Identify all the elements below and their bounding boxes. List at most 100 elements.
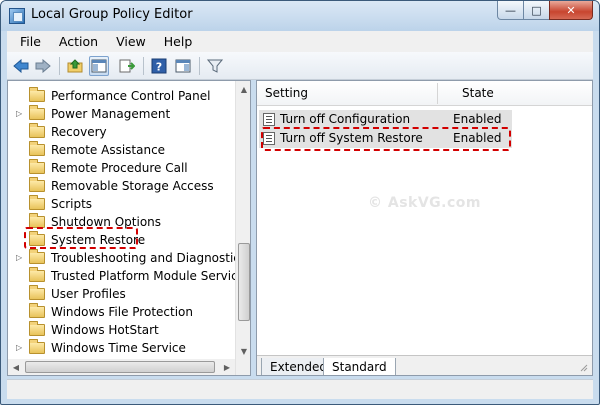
tree-item-label: Windows HotStart [51, 323, 159, 337]
export-list-icon [119, 59, 135, 73]
up-folder-icon [67, 59, 83, 73]
toolbar: ? [7, 52, 593, 80]
filter-button[interactable] [205, 56, 225, 76]
expand-arrow-icon[interactable]: ▷ [16, 343, 24, 353]
tree-item[interactable]: Scripts [8, 195, 238, 213]
policy-tree-pane: Performance Control Panel ▷ Power Manageme… [7, 80, 251, 376]
tree-item[interactable]: ▷ Windows Time Service [8, 339, 238, 357]
tree-item[interactable]: Removable Storage Access [8, 177, 238, 195]
tree-item-label: Recovery [51, 125, 107, 139]
tree-item-label: Power Management [51, 107, 171, 121]
setting-state: Enabled [453, 112, 502, 126]
tree-item-label: Scripts [51, 197, 93, 211]
show-hide-tree-button[interactable] [89, 56, 109, 76]
folder-icon [29, 303, 45, 318]
back-button[interactable] [11, 56, 31, 76]
horizontal-scroll-thumb[interactable] [25, 361, 215, 373]
title-bar[interactable]: Local Group Policy Editor — □ ✕ [1, 1, 599, 31]
folder-icon [29, 123, 45, 138]
up-one-level-button[interactable] [65, 56, 85, 76]
folder-icon [29, 141, 45, 156]
policy-setting-icon [263, 113, 275, 126]
tree-horizontal-scrollbar[interactable]: ◀ ▶ [8, 359, 235, 375]
status-bar [7, 379, 593, 399]
list-header: Setting State [257, 81, 592, 106]
tree-item[interactable]: Remote Procedure Call [8, 159, 238, 177]
tree-item[interactable]: Remote Assistance [8, 141, 238, 159]
toolbar-separator [59, 57, 60, 75]
view-tabs: Extended Standard [257, 355, 592, 375]
column-divider[interactable] [437, 83, 438, 104]
tree-item[interactable]: Windows File Protection [8, 303, 238, 321]
tree-vertical-scrollbar[interactable]: ▲ ▼ [235, 81, 250, 375]
watermark: © AskVG.com [367, 195, 481, 211]
settings-list-pane: Setting State Turn off Configuration Ena… [256, 80, 593, 376]
forward-icon [35, 59, 51, 73]
menu-help[interactable]: Help [155, 34, 202, 49]
tree-item-label: Remote Assistance [51, 143, 166, 157]
resize-grip-icon[interactable] [578, 362, 588, 372]
tree-item-label: Windows File Protection [51, 305, 193, 319]
folder-icon [29, 285, 45, 300]
tree-item-label: Troubleshooting and Diagnostics [51, 251, 247, 265]
app-window: Local Group Policy Editor — □ ✕ File Act… [0, 0, 600, 405]
column-header-setting[interactable]: Setting [265, 86, 308, 100]
selected-node-highlight [24, 227, 138, 249]
folder-icon [29, 249, 45, 264]
forward-button[interactable] [33, 56, 53, 76]
folder-icon [29, 177, 45, 192]
help-icon: ? [151, 58, 167, 74]
window-title: Local Group Policy Editor [31, 7, 193, 22]
menu-action[interactable]: Action [50, 34, 107, 49]
toolbar-separator [199, 57, 200, 75]
maximize-button[interactable]: □ [523, 1, 550, 20]
tree-item[interactable]: Trusted Platform Module Services [8, 267, 250, 285]
tree-item-label: Trusted Platform Module Services [51, 269, 251, 283]
group-policy-app-icon [9, 8, 25, 24]
folder-icon [29, 321, 45, 336]
scroll-right-arrow-icon[interactable]: ▶ [219, 359, 235, 375]
tree-item-label: Removable Storage Access [51, 179, 214, 193]
vertical-scroll-thumb[interactable] [238, 243, 250, 321]
tree-item-label: Windows Time Service [51, 341, 186, 355]
row-highlight [261, 127, 511, 151]
show-hide-action-pane-icon [175, 59, 191, 73]
scroll-left-arrow-icon[interactable]: ◀ [8, 359, 24, 375]
folder-icon [29, 105, 45, 120]
menu-file[interactable]: File [11, 34, 50, 49]
tree-item-label: User Profiles [51, 287, 126, 301]
folder-icon [29, 267, 45, 282]
tree-item[interactable]: Recovery [8, 123, 238, 141]
folder-icon [29, 195, 45, 210]
show-hide-tree-icon [91, 59, 107, 73]
scroll-up-arrow-icon[interactable]: ▲ [236, 81, 250, 97]
folder-icon [29, 87, 45, 102]
column-header-state[interactable]: State [462, 86, 494, 100]
tree-item-label: Performance Control Panel [51, 89, 211, 103]
show-hide-action-pane-button[interactable] [173, 56, 193, 76]
setting-name: Turn off Configuration [280, 112, 411, 126]
tree-item[interactable]: ▷ Troubleshooting and Diagnostics [8, 249, 246, 267]
close-button[interactable]: ✕ [549, 1, 593, 20]
tree-item[interactable]: Windows HotStart [8, 321, 238, 339]
minimize-button[interactable]: — [497, 1, 524, 20]
svg-text:?: ? [156, 61, 162, 74]
caption-buttons: — □ ✕ [497, 1, 593, 21]
export-list-button[interactable] [117, 56, 137, 76]
tree-item[interactable]: Performance Control Panel [8, 87, 238, 105]
back-icon [13, 59, 29, 73]
menu-view[interactable]: View [107, 34, 155, 49]
tree-item[interactable]: ▷ Power Management [8, 105, 238, 123]
tree-item-label: Remote Procedure Call [51, 161, 188, 175]
menu-bar: File Action View Help [7, 31, 593, 52]
expand-arrow-icon[interactable]: ▷ [16, 253, 24, 263]
toolbar-separator [143, 57, 144, 75]
scroll-down-arrow-icon[interactable]: ▼ [236, 343, 250, 359]
folder-icon [29, 159, 45, 174]
expand-arrow-icon[interactable]: ▷ [16, 109, 24, 119]
folder-icon [29, 339, 45, 354]
tab-standard[interactable]: Standard [323, 358, 396, 375]
help-button[interactable]: ? [149, 56, 169, 76]
tree-item[interactable]: User Profiles [8, 285, 238, 303]
filter-icon [207, 59, 223, 73]
